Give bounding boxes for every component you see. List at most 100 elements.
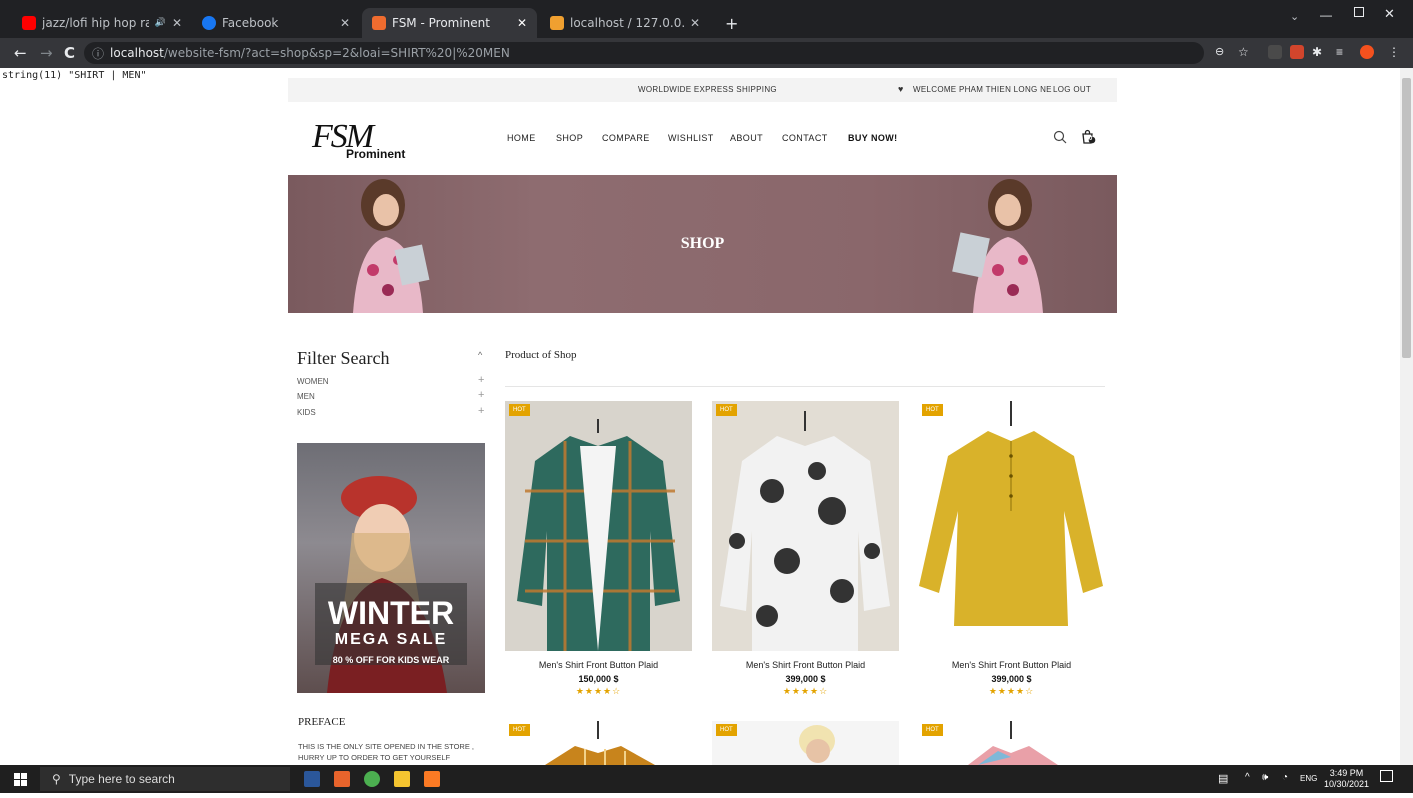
browser-toolbar: ← → C ⓘ localhost /website-fsm/?act=shop…: [0, 38, 1413, 68]
product-name[interactable]: Men's Shirt Front Button Plaid: [918, 660, 1105, 670]
volume-icon[interactable]: 🕪: [1262, 772, 1268, 783]
search-icon: ⚲: [52, 772, 61, 786]
promo-title: WINTER: [327, 595, 455, 631]
clock[interactable]: 3:49 PM 10/30/2021: [1324, 768, 1369, 790]
product-image[interactable]: HOT: [712, 721, 899, 765]
nav-wishlist[interactable]: WISHLIST: [668, 133, 714, 143]
language-indicator[interactable]: ENG: [1300, 774, 1317, 783]
preface-text: THIS IS THE ONLY SITE OPENED IN THE STOR…: [298, 742, 475, 762]
close-icon[interactable]: ✕: [517, 16, 527, 30]
product-name[interactable]: Men's Shirt Front Button Plaid: [505, 660, 692, 670]
nav-home[interactable]: HOME: [507, 133, 536, 143]
filter-category-men[interactable]: MEN: [297, 392, 315, 401]
product-price: 399,000 $: [785, 674, 826, 684]
welcome-text: WELCOME PHAM THIEN LONG NE: [913, 85, 1052, 94]
clock-time: 3:49 PM: [1329, 768, 1364, 778]
shipping-text: WORLDWIDE EXPRESS SHIPPING: [638, 85, 777, 94]
promo-offer: 80 % OFF FOR KIDS WEAR: [332, 655, 450, 665]
info-icon[interactable]: ⓘ: [92, 45, 104, 62]
back-icon[interactable]: ←: [14, 44, 27, 62]
filter-category-women[interactable]: WOMEN: [297, 377, 329, 386]
windows-taskbar: ⚲ Type here to search ▤ ^ 🕪 ◔ ENG 3:49 P…: [0, 765, 1413, 793]
product-card[interactable]: HOT: [712, 721, 899, 765]
top-strip: WORLDWIDE EXPRESS SHIPPING ♥ WELCOME PHA…: [288, 78, 1117, 102]
tab-facebook[interactable]: Facebook ✕: [192, 8, 360, 38]
scrollbar-thumb[interactable]: [1402, 78, 1411, 358]
taskbar-search-input[interactable]: ⚲ Type here to search: [40, 767, 290, 791]
product-card[interactable]: HOT: [918, 721, 1105, 765]
chevron-up-icon[interactable]: ^: [478, 350, 482, 360]
maximize-button[interactable]: [1354, 7, 1364, 17]
product-image[interactable]: HOT: [505, 721, 692, 765]
app-icon[interactable]: [334, 771, 350, 787]
avatar[interactable]: [1360, 45, 1374, 59]
hot-badge: HOT: [509, 724, 530, 736]
extension-icon[interactable]: [1268, 45, 1282, 59]
tab-phpmyadmin[interactable]: localhost / 127.0.0.1 / websitefsm ✕: [540, 8, 710, 38]
filter-category-kids[interactable]: KIDS: [297, 408, 316, 417]
chrome-icon[interactable]: [364, 771, 380, 787]
promo-subtitle: MEGA SALE: [334, 631, 448, 648]
bookmark-star-icon[interactable]: ☆: [1238, 45, 1252, 59]
keyboard-icon[interactable]: ▤: [1218, 772, 1228, 785]
plus-icon[interactable]: +: [478, 405, 484, 417]
word-icon[interactable]: [304, 771, 320, 787]
site-icon: [372, 16, 386, 30]
url-path: /website-fsm/?act=shop&sp=2&loai=SHIRT%2…: [163, 46, 510, 60]
network-icon[interactable]: ◔: [1282, 772, 1288, 783]
file-explorer-icon[interactable]: [394, 771, 410, 787]
speaker-icon[interactable]: 🔊: [155, 18, 166, 28]
product-image[interactable]: HOT: [712, 401, 899, 651]
address-bar[interactable]: ⓘ localhost /website-fsm/?act=shop&sp=2&…: [84, 42, 1204, 64]
logout-link[interactable]: LOG OUT: [1053, 85, 1091, 94]
hot-badge: HOT: [716, 404, 737, 416]
tab-youtube[interactable]: jazz/lofi hip hop radio🌱chil 🔊 ✕: [12, 8, 192, 38]
reload-icon[interactable]: C: [64, 44, 75, 62]
nav-buy-now[interactable]: BUY NOW!: [848, 133, 898, 143]
logo-subtitle: Prominent: [346, 147, 406, 161]
search-placeholder: Type here to search: [68, 772, 175, 786]
xampp-icon[interactable]: [424, 771, 440, 787]
nav-about[interactable]: ABOUT: [730, 133, 763, 143]
windows-start-icon[interactable]: [14, 773, 27, 786]
product-card[interactable]: HOT: [505, 721, 692, 765]
close-icon[interactable]: ✕: [172, 16, 182, 30]
hot-badge: HOT: [716, 724, 737, 736]
search-icon[interactable]: [1053, 130, 1067, 144]
banner-title: SHOP: [680, 235, 725, 252]
plus-icon[interactable]: +: [478, 389, 484, 401]
browser-tab-strip: jazz/lofi hip hop radio🌱chil 🔊 ✕ Faceboo…: [0, 0, 1413, 38]
minimize-button[interactable]: —: [1320, 8, 1332, 22]
puzzle-icon[interactable]: ✱: [1312, 45, 1326, 59]
tab-fsm-prominent[interactable]: FSM - Prominent ✕: [362, 8, 537, 38]
rating-stars: ★★★★☆: [782, 686, 829, 696]
menu-dots-icon[interactable]: ⋮: [1388, 45, 1402, 59]
plus-icon[interactable]: +: [478, 374, 484, 386]
product-price: 399,000 $: [991, 674, 1032, 684]
shop-banner: SHOP: [288, 175, 1117, 313]
product-image[interactable]: HOT: [918, 401, 1105, 651]
notification-icon[interactable]: [1380, 770, 1393, 782]
extension-icon[interactable]: [1290, 45, 1304, 59]
hot-badge: HOT: [922, 724, 943, 736]
reading-list-icon[interactable]: ≡: [1336, 45, 1350, 59]
divider: [505, 386, 1105, 387]
product-image[interactable]: HOT: [918, 721, 1105, 765]
nav-shop[interactable]: SHOP: [556, 133, 583, 143]
zoom-icon[interactable]: ⊖: [1215, 45, 1229, 59]
forward-icon[interactable]: →: [40, 44, 53, 62]
rating-stars: ★★★★☆: [988, 686, 1035, 696]
close-icon[interactable]: ✕: [340, 16, 350, 30]
nav-contact[interactable]: CONTACT: [782, 133, 828, 143]
nav-compare[interactable]: COMPARE: [602, 133, 650, 143]
product-image[interactable]: HOT: [505, 401, 692, 651]
tab-search-icon[interactable]: ⌄: [1290, 10, 1299, 23]
cart-icon[interactable]: 0: [1080, 129, 1096, 145]
products-heading: Product of Shop: [505, 349, 577, 361]
product-name[interactable]: Men's Shirt Front Button Plaid: [712, 660, 899, 670]
close-icon[interactable]: ✕: [690, 16, 700, 30]
tab-title: jazz/lofi hip hop radio🌱chil: [42, 16, 149, 30]
chevron-up-icon[interactable]: ^: [1245, 772, 1250, 783]
new-tab-button[interactable]: +: [715, 8, 743, 38]
close-window-button[interactable]: ✕: [1384, 6, 1395, 22]
